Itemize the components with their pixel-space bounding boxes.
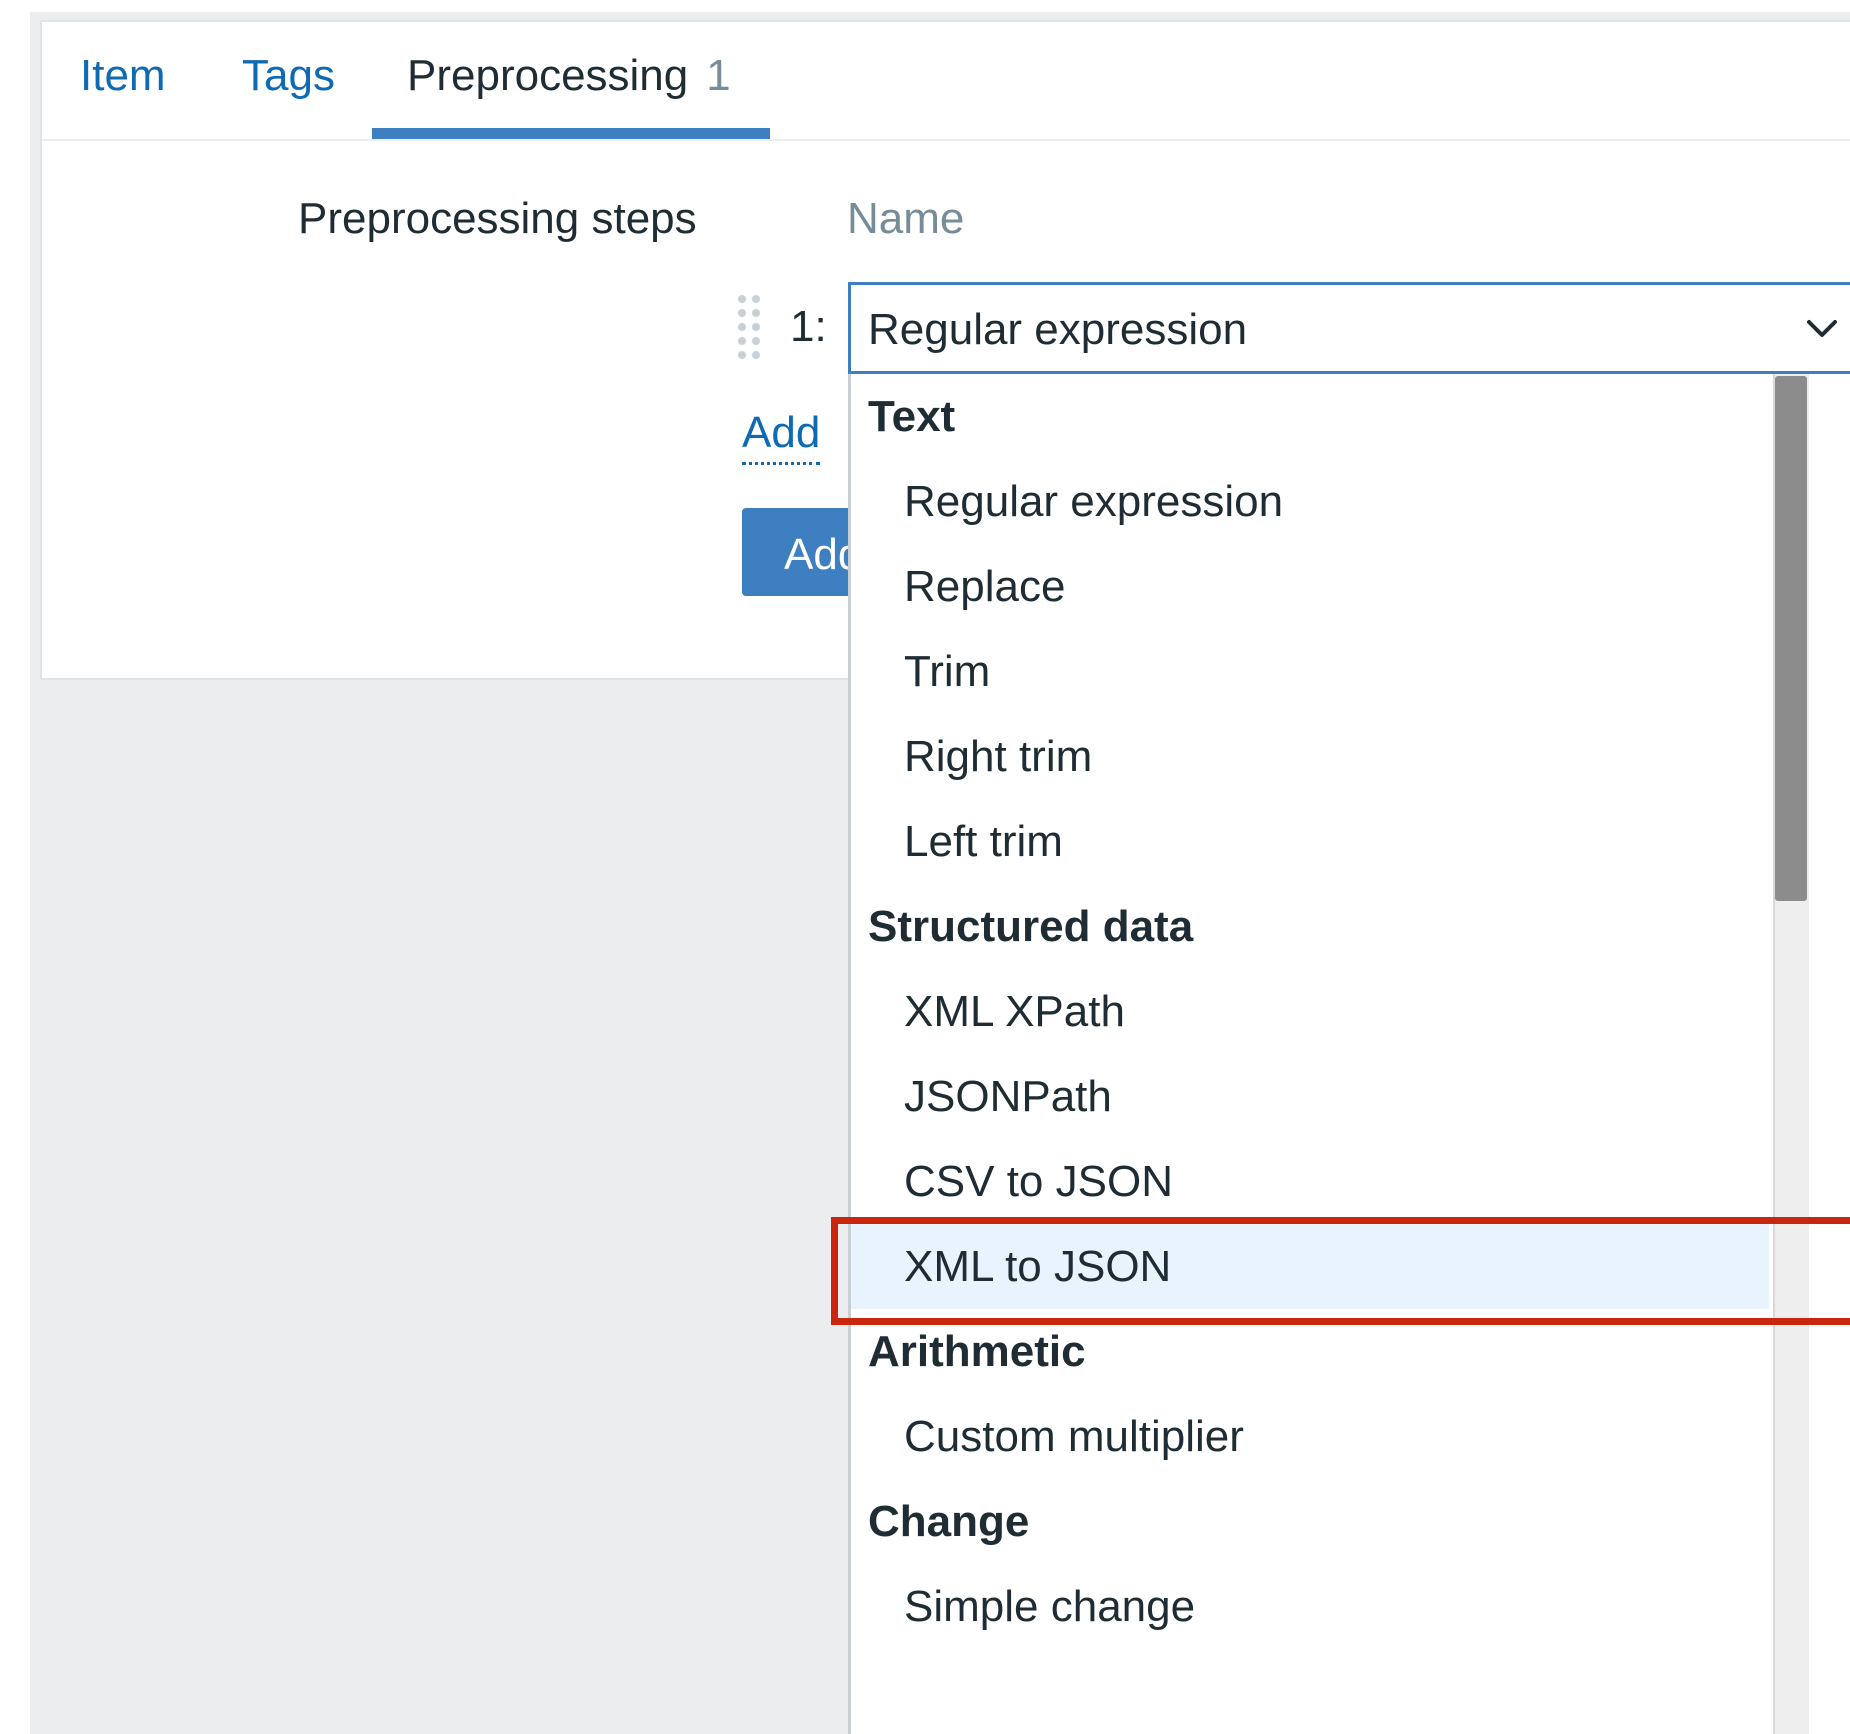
option-jsonpath[interactable]: JSONPath	[851, 1054, 1771, 1139]
tab-preprocessing-count: 1	[706, 51, 731, 100]
option-right-trim[interactable]: Right trim	[851, 714, 1771, 799]
tab-preprocessing-label: Preprocessing	[407, 51, 689, 100]
add-step-link[interactable]: Add	[742, 408, 821, 465]
dropdown-group-text: Text	[868, 392, 956, 441]
name-column-header: Name	[847, 194, 965, 243]
annotation-highlight-box	[831, 1217, 1850, 1325]
option-custom-multiplier[interactable]: Custom multiplier	[851, 1394, 1771, 1479]
left-strip	[0, 0, 30, 1734]
step-type-selected-value: Regular expression	[868, 305, 1248, 354]
drag-handle-icon[interactable]	[735, 292, 763, 360]
tab-preprocessing[interactable]: Preprocessing 1	[407, 54, 731, 98]
option-xml-xpath[interactable]: XML XPath	[851, 969, 1771, 1054]
step-type-select[interactable]: Regular expression	[848, 282, 1850, 374]
tab-tags[interactable]: Tags	[242, 54, 335, 98]
option-simple-change[interactable]: Simple change	[851, 1564, 1771, 1649]
active-tab-indicator	[372, 128, 770, 139]
chevron-down-icon	[1807, 320, 1837, 337]
tab-item[interactable]: Item	[80, 54, 166, 98]
preprocessing-steps-label: Preprocessing steps	[298, 194, 697, 243]
option-regular-expression[interactable]: Regular expression	[851, 459, 1771, 544]
step-number: 1:	[790, 302, 827, 351]
step-type-dropdown: Text Regular expression Replace Trim Rig…	[848, 374, 1850, 1734]
dropdown-group-structured-data: Structured data	[868, 902, 1194, 951]
option-csv-to-json[interactable]: CSV to JSON	[851, 1139, 1771, 1224]
tab-bar: Item Tags Preprocessing 1	[42, 22, 1850, 141]
dropdown-scrollbar-thumb[interactable]	[1775, 376, 1807, 901]
option-replace[interactable]: Replace	[851, 544, 1771, 629]
top-strip	[0, 0, 1850, 12]
dropdown-group-change: Change	[868, 1497, 1030, 1546]
option-left-trim[interactable]: Left trim	[851, 799, 1771, 884]
option-trim[interactable]: Trim	[851, 629, 1771, 714]
